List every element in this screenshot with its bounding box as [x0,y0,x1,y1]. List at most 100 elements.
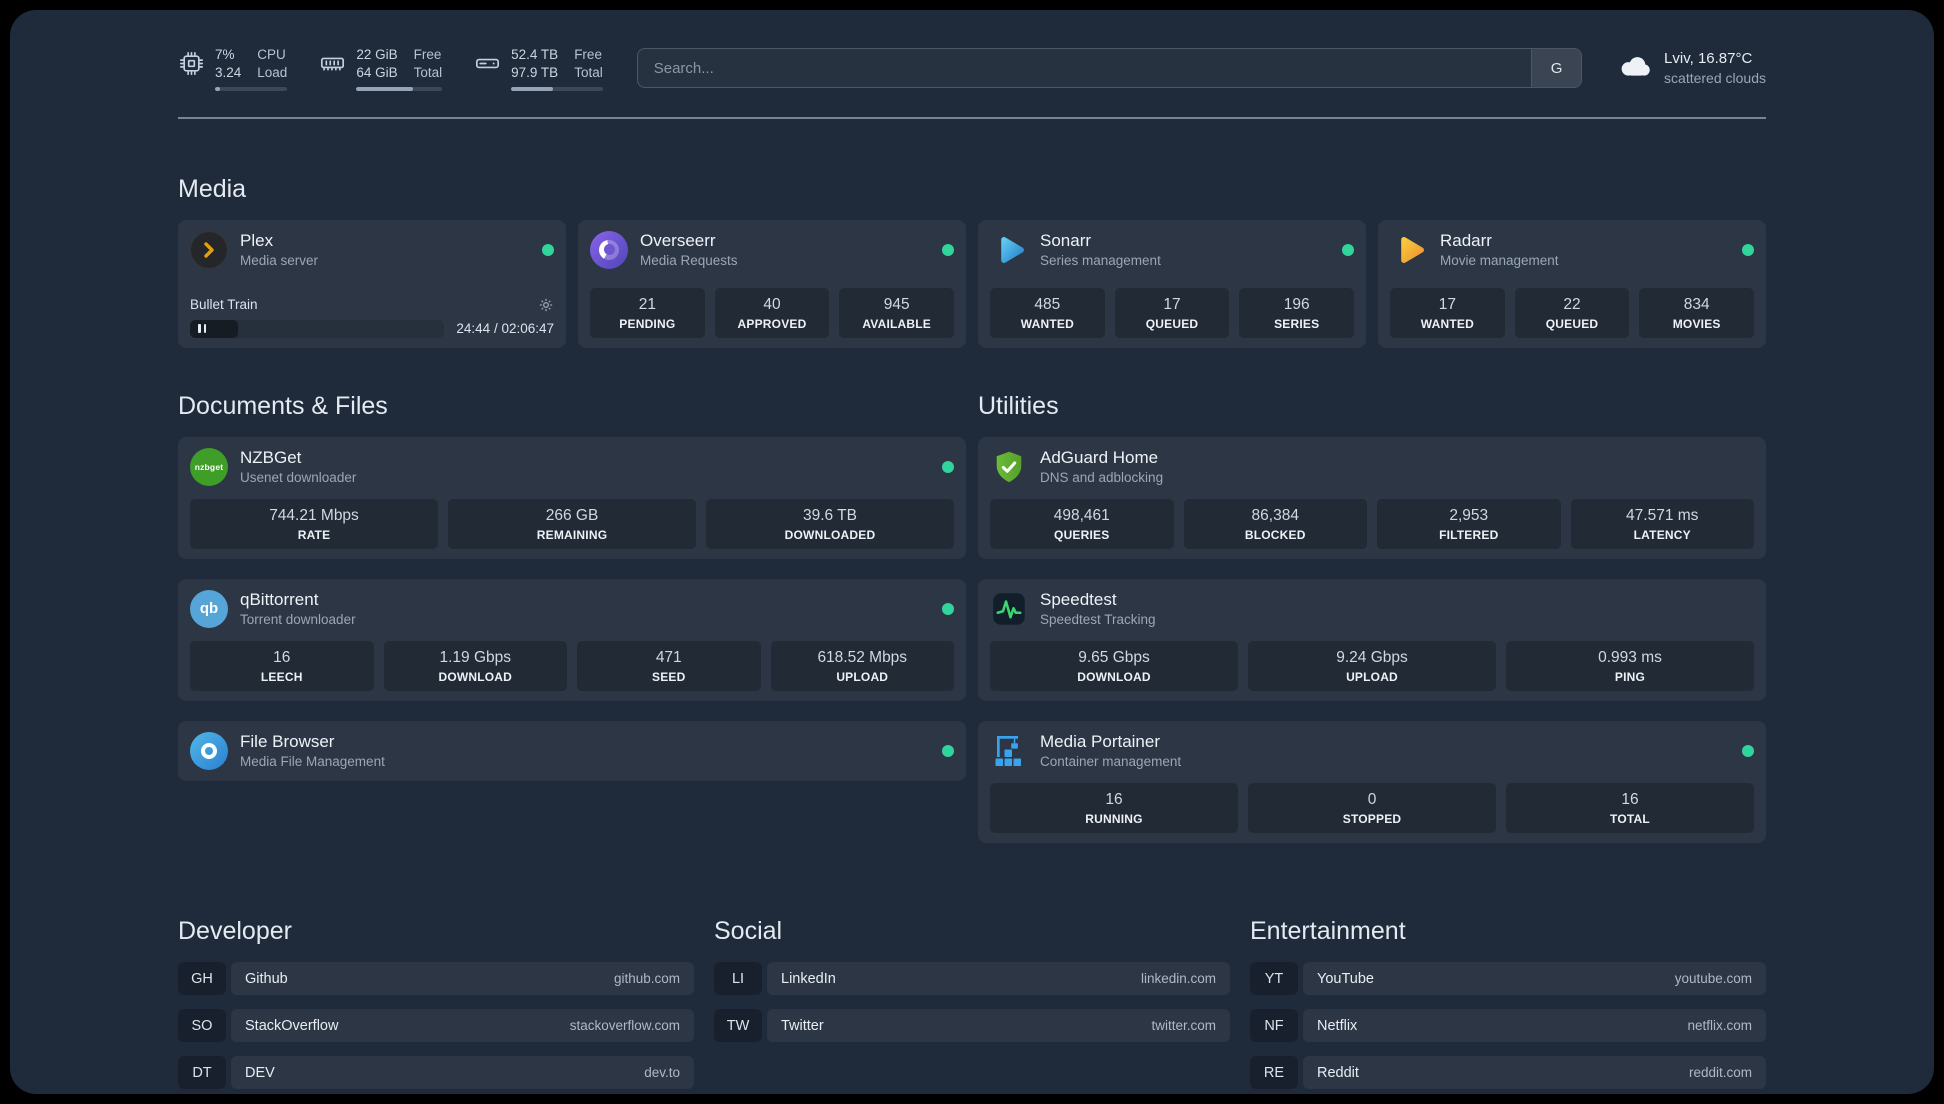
bookmark-linkedin[interactable]: LI LinkedIn linkedin.com [714,962,1230,995]
bookmark-group-developer: Developer GH Github github.com SO StackO… [178,917,694,1089]
bookmark-twitter[interactable]: TW Twitter twitter.com [714,1009,1230,1042]
disk-progress-bar [511,86,603,91]
stat-box: 40 APPROVED [714,287,830,338]
sonarr-icon [990,231,1028,269]
app-stats: 498,461 QUERIES 86,384 BLOCKED 2,953 FIL… [990,498,1754,549]
media-cards-row: Plex Media server Bullet Train 24:44 / 0… [178,219,1766,348]
stat-box: 0.993 ms PING [1506,640,1754,691]
app-name: Media Portainer [1040,731,1161,751]
app-description: Media server [240,252,319,268]
section-title-developer: Developer [178,917,292,945]
stat-box: 39.6 TB DOWNLOADED [706,498,954,549]
stat-box: 17 WANTED [1390,287,1505,338]
app-card-filebrowser[interactable]: File Browser Media File Management [178,720,966,781]
playback-progress-track[interactable] [190,319,445,338]
app-description: Series management [1040,252,1161,268]
stat-box: 485 WANTED [990,287,1105,338]
cloud-icon [1616,52,1652,84]
section-title-documents: Documents & Files [178,391,388,420]
plex-icon [190,230,228,269]
bookmark-netflix[interactable]: NF Netflix netflix.com [1250,1009,1766,1042]
stat-box: 945 AVAILABLE [839,287,955,338]
portainer-icon [990,732,1028,770]
status-dot [1342,243,1354,256]
stat-box: 17 QUEUED [1114,287,1230,338]
app-description: Torrent downloader [240,612,356,627]
bookmark-stackoverflow[interactable]: SO StackOverflow stackoverflow.com [178,1009,694,1042]
memory-labels: Free Total [413,47,443,80]
app-description: DNS and adblocking [1040,469,1164,485]
section-title-utilities: Utilities [978,391,1059,420]
bookmark-reddit[interactable]: RE Reddit reddit.com [1250,1056,1766,1089]
app-card-overseerr[interactable]: Overseerr Media Requests 21 PENDING 40 A… [578,219,966,348]
app-card-plex[interactable]: Plex Media server Bullet Train 24:44 / 0… [178,219,566,348]
stat-box: 196 SERIES [1239,287,1355,338]
app-card-qbittorrent[interactable]: qb qBittorrent Torrent downloader 16 LEE… [178,578,966,701]
stat-box: 86,384 BLOCKED [1183,498,1367,549]
weather-widget: Lviv, 16.87°C scattered clouds [1616,49,1766,88]
top-bar: 7% 3.24 CPU Load 22 GiB 64 GiB Free Tota… [178,46,1766,91]
app-description: Container management [1040,754,1182,770]
section-title-media: Media [178,174,247,203]
app-description: Speedtest Tracking [1040,612,1156,627]
stat-box: 498,461 QUERIES [990,498,1174,549]
app-name: File Browser [240,731,335,751]
bookmark-github[interactable]: GH Github github.com [178,962,694,995]
app-stats: 21 PENDING 40 APPROVED 945 AVAILABLE [590,287,955,338]
adguard-icon [990,448,1028,486]
app-description: Usenet downloader [240,469,357,485]
search-input[interactable] [637,49,1532,88]
bookmark-youtube[interactable]: YT YouTube youtube.com [1250,962,1766,995]
stat-box: 266 GB REMAINING [448,498,696,549]
stat-box: 618.52 Mbps UPLOAD [770,640,954,691]
radarr-icon [1390,231,1428,269]
overseerr-icon [590,230,628,269]
bookmark-group-entertainment: Entertainment YT YouTube youtube.com NF … [1250,917,1766,1089]
stat-box: 22 QUEUED [1514,287,1630,338]
app-stats: 16 RUNNING 0 STOPPED 16 TOTAL [990,783,1754,833]
app-card-sonarr[interactable]: Sonarr Series management 485 WANTED 17 Q… [978,219,1366,348]
stat-box: 0 STOPPED [1248,783,1496,833]
header-divider [178,116,1766,119]
cpu-progress-bar [215,86,288,91]
cpu-widget: 7% 3.24 CPU Load [178,46,288,91]
app-card-radarr[interactable]: Radarr Movie management 17 WANTED 22 QUE… [1378,219,1766,348]
stat-box: 834 MOVIES [1639,287,1755,338]
memory-values: 22 GiB 64 GiB [356,47,398,80]
status-dot [1742,243,1754,256]
cpu-values: 7% 3.24 [215,47,242,80]
app-card-nzbget[interactable]: nzbget NZBGet Usenet downloader 744.21 M… [178,436,966,559]
stat-box: 1.19 Gbps DOWNLOAD [383,640,567,691]
resource-widgets: 7% 3.24 CPU Load 22 GiB 64 GiB Free Tota… [178,46,603,91]
app-name: NZBGet [240,447,302,467]
app-name: Radarr [1440,230,1492,250]
app-name: Plex [240,230,274,250]
speedtest-icon [990,590,1028,628]
cpu-labels: CPU Load [257,47,288,80]
app-card-adguard[interactable]: AdGuard Home DNS and adblocking 498,461 … [978,436,1766,559]
status-dot [942,602,954,615]
pause-icon[interactable] [198,324,206,334]
bookmark-dev[interactable]: DT DEV dev.to [178,1056,694,1089]
filebrowser-icon [190,731,228,770]
stat-box: 2,953 FILTERED [1377,498,1561,549]
app-stats: 16 LEECH 1.19 Gbps DOWNLOAD 471 SEED 618… [190,640,954,691]
playback-time: 24:44 / 02:06:47 [456,321,554,337]
gear-icon[interactable] [538,297,554,313]
qbittorrent-icon: qb [190,589,228,628]
app-card-portainer[interactable]: Media Portainer Container management 16 … [978,720,1766,843]
bookmark-group-social: Social LI LinkedIn linkedin.com TW Twitt… [714,917,1230,1089]
app-name: qBittorrent [240,589,319,609]
documents-column: Documents & Files nzbget NZBGet Usenet d… [178,392,966,843]
utilities-column: Utilities AdGuard Home DNS and adblockin… [978,392,1766,843]
weather-condition: scattered clouds [1664,69,1766,86]
stat-box: 9.65 Gbps DOWNLOAD [990,640,1238,691]
stat-box: 9.24 Gbps UPLOAD [1248,640,1496,691]
app-card-speedtest[interactable]: Speedtest Speedtest Tracking 9.65 Gbps D… [978,578,1766,701]
app-name: AdGuard Home [1040,447,1159,467]
now-playing-title: Bullet Train [190,297,258,313]
disk-values: 52.4 TB 97.9 TB [511,47,559,80]
stat-box: 16 RUNNING [990,783,1238,833]
search-provider-button[interactable]: G [1531,49,1582,88]
status-dot [1742,744,1754,757]
